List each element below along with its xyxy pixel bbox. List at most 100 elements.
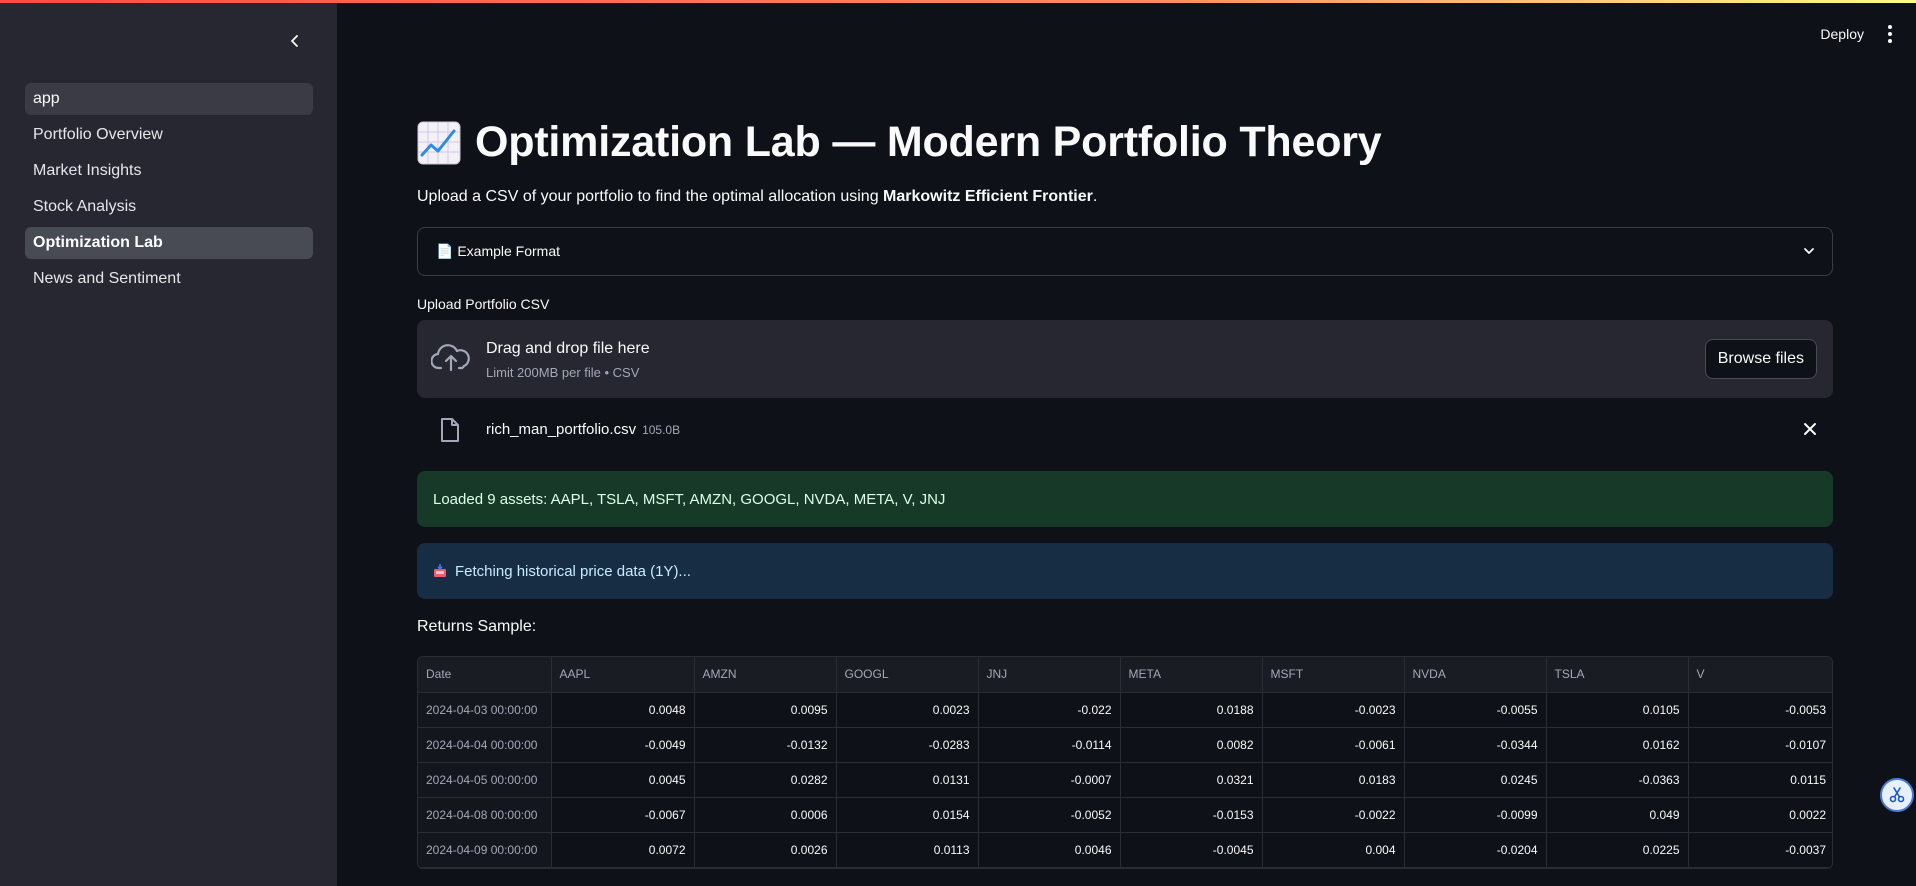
table-cell[interactable]: -0.0283 (836, 727, 979, 763)
table-cell[interactable]: 0.0023 (836, 692, 979, 728)
scissors-icon[interactable] (1880, 778, 1914, 812)
table-cell[interactable]: 2024-04-03 00:00:00 (418, 692, 552, 728)
table-cell[interactable]: 0.0026 (694, 832, 837, 868)
table-cell[interactable]: -0.0037 (1688, 832, 1832, 868)
table-row: 2024-04-05 00:00:00 0.0045 0.0282 0.0131… (418, 762, 1832, 798)
column-header[interactable]: JNJ (978, 657, 1121, 693)
title-row: Optimization Lab — Modern Portfolio Theo… (417, 118, 1382, 167)
browse-files-button[interactable]: Browse files (1704, 339, 1817, 379)
chevron-down-icon (1804, 248, 1814, 254)
chart-increasing-icon (417, 121, 461, 164)
success-alert: Loaded 9 assets: AAPL, TSLA, MSFT, AMZN,… (417, 471, 1833, 527)
file-name-text: rich_man_portfolio.csv (486, 421, 637, 438)
collapse-sidebar-button[interactable] (282, 28, 308, 54)
example-format-expander[interactable]: 📄 Example Format (417, 227, 1833, 276)
table-cell[interactable]: 0.0105 (1546, 692, 1689, 728)
expander-label: 📄 Example Format (436, 243, 561, 259)
sidebar-item-news-and-sentiment[interactable]: News and Sentiment (25, 263, 313, 295)
table-cell[interactable]: -0.0067 (551, 797, 695, 833)
cloud-upload-icon (431, 344, 470, 372)
table-cell[interactable]: 0.049 (1546, 797, 1689, 833)
table-cell[interactable]: -0.022 (978, 692, 1121, 728)
subtitle-end: . (1092, 188, 1098, 205)
sidebar-item-market-insights[interactable]: Market Insights (25, 155, 313, 187)
sidebar-item-optimization-lab[interactable]: Optimization Lab (25, 227, 313, 259)
table-cell[interactable]: -0.0344 (1404, 727, 1547, 763)
table-cell[interactable]: -0.0153 (1120, 797, 1263, 833)
page-title: Optimization Lab — Modern Portfolio Theo… (475, 118, 1382, 166)
deploy-button[interactable]: Deploy (1820, 26, 1864, 42)
sidebar: app Portfolio Overview Market Insights S… (0, 0, 337, 886)
table-cell[interactable]: -0.0045 (1120, 832, 1263, 868)
sidebar-item-app[interactable]: app (25, 83, 313, 115)
table-cell[interactable]: -0.0204 (1404, 832, 1547, 868)
column-header[interactable]: NVDA (1404, 657, 1547, 693)
table-cell[interactable]: 0.0154 (836, 797, 979, 833)
column-header[interactable]: AMZN (694, 657, 837, 693)
column-header[interactable]: TSLA (1546, 657, 1689, 693)
table-cell[interactable]: 0.0006 (694, 797, 837, 833)
scissors-glyph (1889, 787, 1905, 803)
table-cell[interactable]: 0.0282 (694, 762, 837, 798)
table-cell[interactable]: 0.0072 (551, 832, 695, 868)
table-cell[interactable]: -0.0107 (1688, 727, 1832, 763)
file-icon (441, 418, 459, 442)
table-cell[interactable]: -0.0022 (1262, 797, 1405, 833)
table-cell[interactable]: 0.0046 (978, 832, 1121, 868)
top-decoration-bar (0, 0, 1916, 3)
page-subtitle: Upload a CSV of your portfolio to find t… (417, 188, 1097, 206)
chevron-left-icon (291, 35, 298, 47)
table-row: 2024-04-04 00:00:00 -0.0049 -0.0132 -0.0… (418, 727, 1832, 763)
uploaded-file-name: rich_man_portfolio.csv 105.0B (486, 421, 680, 438)
table-cell[interactable]: 0.0022 (1688, 797, 1832, 833)
file-dropzone[interactable]: Drag and drop file here Limit 200MB per … (417, 320, 1833, 398)
table-cell[interactable]: -0.0099 (1404, 797, 1547, 833)
table-cell[interactable]: 2024-04-08 00:00:00 (418, 797, 552, 833)
table-cell[interactable]: 0.0113 (836, 832, 979, 868)
table-cell[interactable]: 0.0162 (1546, 727, 1689, 763)
table-row: 2024-04-03 00:00:00 0.0048 0.0095 0.0023… (418, 692, 1832, 728)
column-header[interactable]: Date (418, 657, 552, 693)
table-cell[interactable]: 0.0115 (1688, 762, 1832, 798)
sidebar-item-portfolio-overview[interactable]: Portfolio Overview (25, 119, 313, 151)
table-cell[interactable]: 0.0188 (1120, 692, 1263, 728)
sidebar-item-stock-analysis[interactable]: Stock Analysis (25, 191, 313, 223)
table-cell[interactable]: 0.0045 (551, 762, 695, 798)
table-cell[interactable]: 0.0095 (694, 692, 837, 728)
table-cell[interactable]: 0.0183 (1262, 762, 1405, 798)
table-cell[interactable]: 2024-04-04 00:00:00 (418, 727, 552, 763)
table-cell[interactable]: -0.0049 (551, 727, 695, 763)
table-cell[interactable]: -0.0007 (978, 762, 1121, 798)
table-cell[interactable]: 0.004 (1262, 832, 1405, 868)
table-cell[interactable]: 0.0082 (1120, 727, 1263, 763)
table-cell[interactable]: 2024-04-09 00:00:00 (418, 832, 552, 868)
uploaded-file-row: rich_man_portfolio.csv 105.0B (417, 412, 1833, 448)
column-header[interactable]: AAPL (551, 657, 695, 693)
column-header[interactable]: V (1688, 657, 1832, 693)
table-cell[interactable]: -0.0052 (978, 797, 1121, 833)
table-cell[interactable]: -0.0363 (1546, 762, 1689, 798)
table-cell[interactable]: -0.0055 (1404, 692, 1547, 728)
column-header[interactable]: MSFT (1262, 657, 1405, 693)
table-cell[interactable]: -0.0114 (978, 727, 1121, 763)
main-menu-icon[interactable] (1882, 24, 1898, 44)
sidebar-nav: app Portfolio Overview Market Insights S… (25, 83, 313, 299)
table-cell[interactable]: 0.0321 (1120, 762, 1263, 798)
info-alert-text: Fetching historical price data (1Y)... (455, 562, 691, 580)
table-cell[interactable]: -0.0053 (1688, 692, 1832, 728)
column-header[interactable]: GOOGL (836, 657, 979, 693)
table-row: 2024-04-09 00:00:00 0.0072 0.0026 0.0113… (418, 832, 1832, 868)
column-header[interactable]: META (1120, 657, 1263, 693)
table-cell[interactable]: 2024-04-05 00:00:00 (418, 762, 552, 798)
table-cell[interactable]: 0.0225 (1546, 832, 1689, 868)
table-cell[interactable]: 0.0131 (836, 762, 979, 798)
remove-file-icon[interactable] (1803, 422, 1817, 436)
table-cell[interactable]: -0.0023 (1262, 692, 1405, 728)
table-cell[interactable]: -0.0061 (1262, 727, 1405, 763)
table-cell[interactable]: 0.0245 (1404, 762, 1547, 798)
table-cell[interactable]: -0.0132 (694, 727, 837, 763)
returns-table[interactable]: Date AAPL AMZN GOOGL JNJ META MSFT NVDA … (417, 656, 1833, 869)
upload-label: Upload Portfolio CSV (417, 296, 550, 312)
table-cell[interactable]: 0.0048 (551, 692, 695, 728)
inbox-tray-icon (434, 564, 446, 577)
